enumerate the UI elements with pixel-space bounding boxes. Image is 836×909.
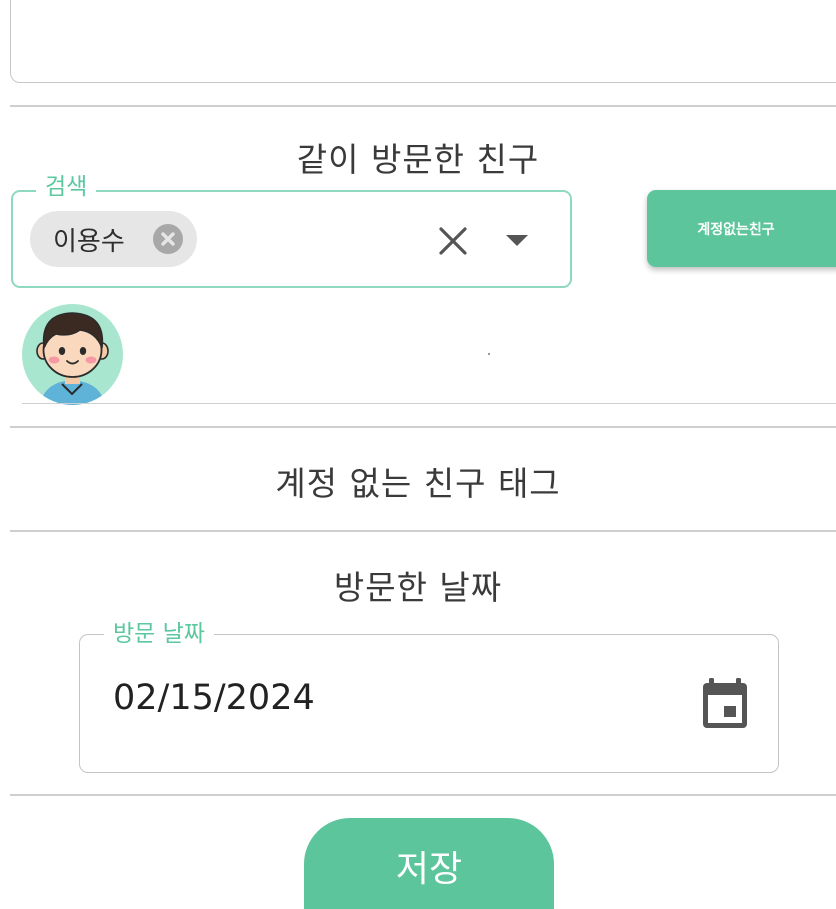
selected-friend-chip-label: 이용수 bbox=[53, 226, 125, 257]
section-divider bbox=[10, 105, 836, 107]
dot-mark bbox=[488, 353, 490, 355]
section-divider bbox=[10, 530, 836, 532]
chip-delete-icon[interactable] bbox=[153, 224, 183, 254]
previous-textarea[interactable] bbox=[10, 0, 836, 83]
section-divider bbox=[10, 794, 836, 796]
friend-avatar bbox=[22, 304, 123, 405]
friends-section-title: 같이 방문한 친구 bbox=[296, 140, 540, 179]
visit-date-label: 방문 날짜 bbox=[104, 621, 214, 647]
date-section-title: 방문한 날짜 bbox=[333, 568, 503, 607]
clear-icon[interactable] bbox=[436, 224, 470, 258]
section-divider bbox=[10, 426, 836, 428]
calendar-icon[interactable] bbox=[700, 676, 750, 730]
selected-friend-chip[interactable]: 이용수 bbox=[30, 211, 197, 267]
tag-section-title: 계정 없는 친구 태그 bbox=[275, 464, 561, 503]
search-field-label: 검색 bbox=[36, 174, 97, 200]
visit-date-value[interactable]: 02/15/2024 bbox=[113, 678, 315, 718]
no-account-friend-button[interactable]: 계정없는친구 bbox=[647, 190, 836, 267]
save-button[interactable]: 저장 bbox=[304, 818, 554, 909]
dropdown-arrow-icon[interactable] bbox=[504, 233, 530, 249]
friend-row-underline bbox=[22, 403, 836, 404]
